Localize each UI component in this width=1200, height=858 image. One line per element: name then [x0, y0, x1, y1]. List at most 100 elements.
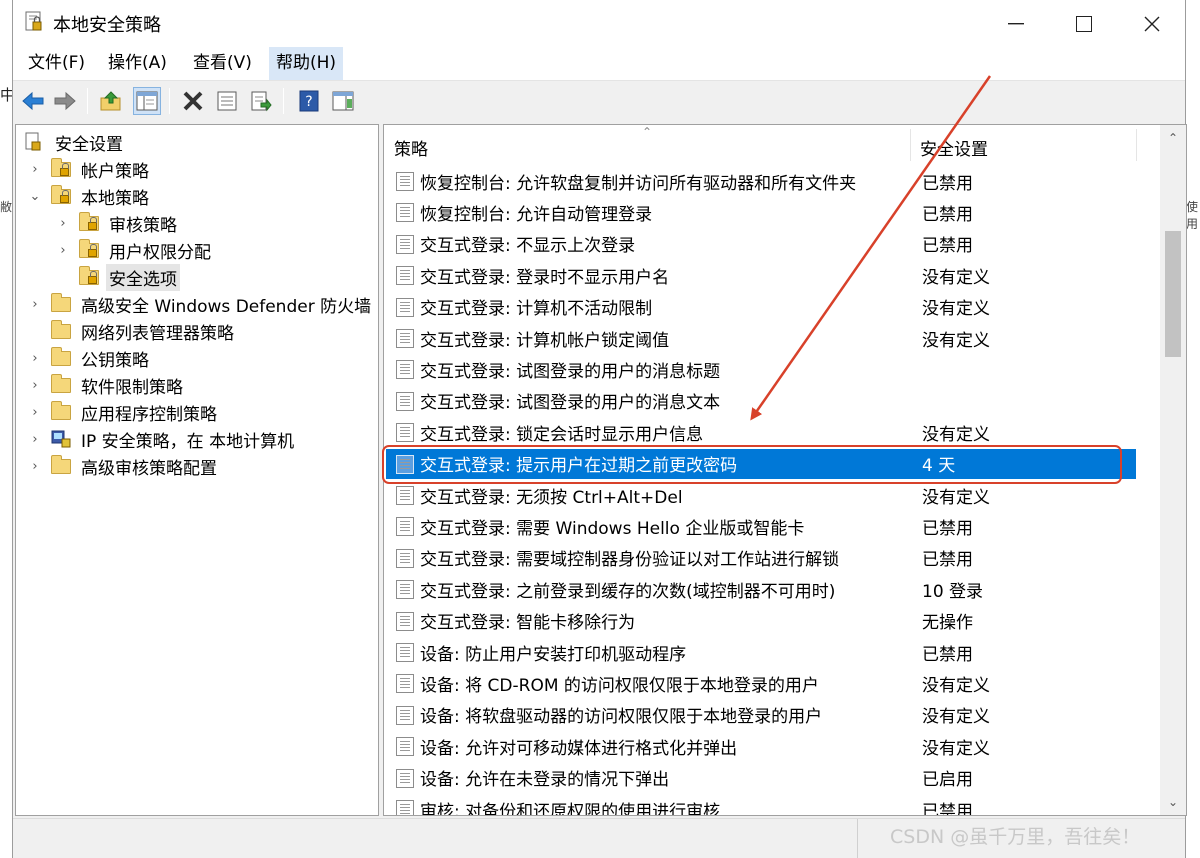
policy-name: 交互式登录: 之前登录到缓存的次数(域控制器不可用时): [420, 581, 836, 602]
close-button[interactable]: [1117, 0, 1187, 47]
column-header-policy[interactable]: 策略: [394, 135, 428, 160]
menu-help[interactable]: 帮助(H): [269, 47, 344, 80]
policy-name: 交互式登录: 锁定会话时显示用户信息: [420, 424, 704, 445]
title-bar[interactable]: 本地安全策略: [13, 0, 1185, 47]
help-button[interactable]: ?: [295, 87, 323, 115]
export-list-button[interactable]: [247, 87, 275, 115]
tree-item[interactable]: ⌄ 本地策略: [28, 183, 152, 209]
console-tree: 安全设置 › 帐户策略 ⌄ 本地策略 › 审核策略 › 用户权限分配 安全选项 › 高级安全 Wind…: [15, 124, 379, 816]
expand-arrow-icon[interactable]: ›: [28, 405, 42, 420]
tree-item[interactable]: › 高级审核策略配置: [28, 453, 220, 479]
folder-lock-icon: [78, 239, 100, 260]
policy-row[interactable]: 交互式登录: 需要域控制器身份验证以对工作站进行解锁 已禁用: [386, 543, 1136, 573]
menu-file[interactable]: 文件(F): [21, 47, 92, 80]
expand-arrow-icon[interactable]: ›: [28, 351, 42, 366]
folder-icon: [50, 401, 72, 422]
security-setting-value: 已禁用: [922, 801, 973, 816]
maximize-icon: [1076, 15, 1092, 32]
tree-item-label: 安全选项: [106, 263, 180, 291]
policy-row[interactable]: 恢复控制台: 允许软盘复制并访问所有驱动器和所有文件夹 已禁用: [386, 166, 1136, 196]
tree-item[interactable]: › 软件限制策略: [28, 372, 186, 398]
policy-row[interactable]: 交互式登录: 试图登录的用户的消息文本: [386, 386, 1136, 416]
menu-view[interactable]: 查看(V): [186, 47, 259, 80]
tree-item[interactable]: › 用户权限分配: [56, 237, 214, 263]
policy-row[interactable]: 设备: 允许在未登录的情况下弹出 已启用: [386, 763, 1136, 793]
minimize-button[interactable]: [981, 0, 1051, 47]
policy-icon: [396, 297, 414, 317]
tree-item-label: 帐户策略: [81, 161, 149, 182]
security-setting-value: 无操作: [922, 613, 973, 634]
policy-row[interactable]: 交互式登录: 锁定会话时显示用户信息 没有定义: [386, 417, 1136, 447]
policy-name: 交互式登录: 计算机帐户锁定阈值: [420, 330, 670, 351]
tree-item[interactable]: › 审核策略: [56, 210, 180, 236]
column-divider[interactable]: [1136, 129, 1137, 161]
expand-arrow-icon[interactable]: ›: [56, 243, 70, 258]
menu-action[interactable]: 操作(A): [101, 47, 174, 80]
policy-row[interactable]: 设备: 防止用户安装打印机驱动程序 已禁用: [386, 637, 1136, 667]
expand-arrow-icon[interactable]: ›: [28, 378, 42, 393]
tree-item-label: 审核策略: [109, 215, 177, 236]
up-one-level-button[interactable]: [97, 87, 125, 115]
security-setting-value: 没有定义: [922, 299, 990, 320]
expand-arrow-icon[interactable]: ›: [28, 297, 42, 312]
policy-row[interactable]: 交互式登录: 提示用户在过期之前更改密码 4 天: [386, 448, 1136, 479]
policy-row[interactable]: 交互式登录: 试图登录的用户的消息标题: [386, 354, 1136, 384]
forward-button[interactable]: [51, 87, 79, 115]
security-setting-value: 已禁用: [922, 236, 973, 257]
tree-item[interactable]: › 高级安全 Windows Defender 防火墙: [28, 291, 374, 317]
column-header-security-setting[interactable]: 安全设置: [920, 135, 988, 160]
policy-row[interactable]: 恢复控制台: 允许自动管理登录 已禁用: [386, 197, 1136, 227]
show-action-pane-icon: [332, 91, 354, 111]
policy-row[interactable]: 设备: 将 CD-ROM 的访问权限仅限于本地登录的用户 没有定义: [386, 668, 1136, 698]
policy-name: 设备: 防止用户安装打印机驱动程序: [420, 644, 687, 665]
tree-item[interactable]: › 帐户策略: [28, 156, 152, 182]
background-text-fragment-right: 使用: [1186, 200, 1199, 231]
tree-item[interactable]: 网络列表管理器策略: [28, 318, 237, 344]
show-hide-action-pane-button[interactable]: [329, 87, 357, 115]
policy-row[interactable]: 交互式登录: 智能卡移除行为 无操作: [386, 606, 1136, 636]
expand-arrow-icon[interactable]: ›: [56, 216, 70, 231]
policy-name: 交互式登录: 计算机不活动限制: [420, 299, 653, 320]
policy-row[interactable]: 交互式登录: 登录时不显示用户名 没有定义: [386, 260, 1136, 290]
collapse-arrow-icon[interactable]: ⌄: [28, 189, 42, 204]
security-settings-icon: [24, 132, 46, 152]
column-divider[interactable]: [910, 129, 911, 161]
background-window-left: 中 敝: [0, 0, 15, 858]
maximize-button[interactable]: [1049, 0, 1119, 47]
expand-arrow-icon[interactable]: ›: [28, 432, 42, 447]
policy-row[interactable]: 交互式登录: 之前登录到缓存的次数(域控制器不可用时) 10 登录: [386, 574, 1136, 604]
column-header-row: 策略 ⌃ 安全设置: [384, 125, 1160, 165]
tree-item[interactable]: › 公钥策略: [28, 345, 152, 371]
policy-icon: [396, 800, 414, 815]
tree-item[interactable]: 安全设置: [24, 129, 126, 155]
delete-button[interactable]: [179, 87, 207, 115]
back-icon: [22, 91, 44, 111]
policy-icon: [396, 454, 414, 474]
expand-arrow-icon[interactable]: ›: [28, 459, 42, 474]
expand-arrow-icon[interactable]: ›: [28, 162, 42, 177]
policy-row[interactable]: 审核: 对备份和还原权限的使用进行审核 已禁用: [386, 794, 1136, 816]
policy-icon: [396, 329, 414, 348]
policy-row[interactable]: 设备: 将软盘驱动器的访问权限仅限于本地登录的用户 没有定义: [386, 700, 1136, 730]
policy-icon: [396, 172, 414, 191]
policy-row[interactable]: 交互式登录: 计算机帐户锁定阈值 没有定义: [386, 323, 1136, 353]
policy-name: 恢复控制台: 允许软盘复制并访问所有驱动器和所有文件夹: [420, 173, 857, 194]
policy-row[interactable]: 交互式登录: 计算机不活动限制 没有定义: [386, 292, 1136, 322]
tree-item[interactable]: › IP 安全策略，在 本地计算机: [28, 426, 297, 452]
tree-item[interactable]: 安全选项: [56, 263, 180, 291]
properties-button[interactable]: [213, 87, 241, 115]
show-hide-console-tree-button[interactable]: [133, 87, 161, 115]
security-setting-value: 没有定义: [922, 424, 990, 445]
policy-row[interactable]: 交互式登录: 不显示上次登录 已禁用: [386, 229, 1136, 259]
policy-row[interactable]: 设备: 允许对可移动媒体进行格式化并弹出 没有定义: [386, 731, 1136, 761]
tree-item[interactable]: › 应用程序控制策略: [28, 399, 220, 425]
scroll-down-icon[interactable]: ⌄: [1160, 795, 1186, 809]
scroll-up-icon[interactable]: ⌃: [1160, 131, 1186, 145]
vertical-scrollbar[interactable]: ⌃ ⌄: [1160, 125, 1186, 815]
policy-row[interactable]: 交互式登录: 无须按 Ctrl+Alt+Del 没有定义: [386, 480, 1136, 510]
policy-row[interactable]: 交互式登录: 需要 Windows Hello 企业版或智能卡 已禁用: [386, 511, 1136, 541]
policy-name: 交互式登录: 登录时不显示用户名: [420, 267, 670, 288]
scrollbar-thumb[interactable]: [1165, 231, 1181, 357]
back-button[interactable]: [19, 87, 47, 115]
help-icon: ?: [299, 90, 319, 112]
